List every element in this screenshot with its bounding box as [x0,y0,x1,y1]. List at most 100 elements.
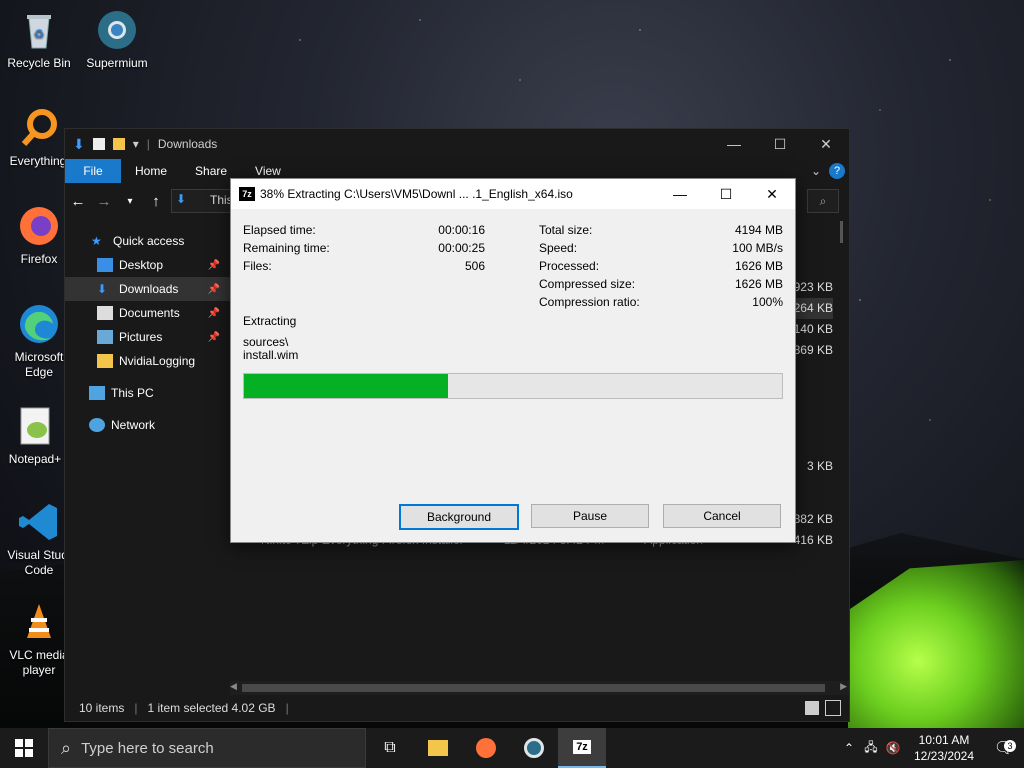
recent-chevron-icon[interactable]: ▾ [117,196,143,207]
address-box[interactable]: This ⬇ [171,189,233,213]
cancel-button[interactable]: Cancel [663,504,781,528]
extraction-progress-bar [243,373,783,399]
pin-icon: 📌 [207,331,220,343]
start-button[interactable] [0,728,48,768]
nav-documents[interactable]: Documents 📌 [65,301,230,325]
nav-label: Quick access [113,234,185,248]
background-button[interactable]: Background [399,504,519,530]
current-path: sources\ [243,335,289,349]
system-tray: ⌃ 🖧 🔇 10:01 AM 12/23/2024 🗨 3 [838,728,1024,768]
explorer-titlebar: ⬇ ▾ | Downloads — ☐ ✕ [65,129,849,159]
nav-desktop[interactable]: Desktop 📌 [65,253,230,277]
help-icon[interactable]: ? [829,163,845,179]
nav-label: This PC [111,386,154,400]
tab-view[interactable]: View [241,164,295,178]
volume-muted-icon[interactable]: 🔇 [882,741,904,755]
nav-pictures[interactable]: Pictures 📌 [65,325,230,349]
processed-label: Processed: [539,259,600,273]
nav-nvidialogging[interactable]: NvidiaLogging [65,349,230,373]
minimize-button[interactable]: — [711,129,757,159]
nav-this-pc[interactable]: This PC [65,381,230,405]
horizontal-scrollbar[interactable]: ◀ ▶ [230,681,849,695]
processed-value: 1626 MB [734,259,783,273]
scroll-right-icon[interactable]: ▶ [840,681,847,692]
pin-icon: 📌 [207,259,220,271]
pictures-icon [97,330,113,344]
clock-date: 12/23/2024 [913,749,975,763]
desktop-icon-label: Notepad+ [8,452,62,466]
properties-icon[interactable] [92,138,105,150]
notifications-button[interactable]: 🗨 3 [984,738,1024,758]
taskbar-7zip[interactable]: 7z [558,728,606,768]
nav-label: Desktop [119,258,164,272]
maximize-button[interactable]: ☐ [757,129,803,159]
progress-fill [244,374,449,398]
minimize-button[interactable]: — [657,179,703,209]
explorer-title: Downloads [157,137,218,151]
maximize-button[interactable]: ☐ [703,179,749,209]
task-view-button[interactable]: ⧉ [366,728,414,768]
close-button[interactable]: ✕ [803,129,849,159]
navigation-pane: ★ Quick access Desktop 📌 ⬇ Downloads 📌 D… [65,229,230,437]
desktop-icon-recycle-bin[interactable]: ♻ Recycle Bin [1,8,77,71]
edge-icon [17,302,61,346]
remaining-time-value: 00:00:25 [438,241,485,255]
clock[interactable]: 10:01 AM 12/23/2024 [904,732,984,764]
pause-button[interactable]: Pause [531,504,649,528]
speed-label: Speed: [539,241,578,255]
computer-icon [89,386,105,400]
folder-icon [97,354,113,368]
current-file: install.wim [243,348,299,362]
star-icon: ★ [91,234,102,248]
forward-arrow-icon[interactable]: → [91,193,117,210]
compression-ratio-value: 100% [752,295,783,309]
nav-label: Documents [119,306,180,320]
nav-label: NvidiaLogging [119,354,196,368]
search-icon[interactable]: ⌕ [807,189,839,213]
taskbar-search-box[interactable]: ⌕ Type here to search [48,728,366,768]
elapsed-time-value: 00:00:16 [438,223,485,237]
folder-icon[interactable] [112,138,125,150]
ribbon-expand-icon[interactable]: ⌄ [811,164,821,178]
nav-label: Pictures [119,330,163,344]
selection-info: 1 item selected 4.02 GB [147,701,276,715]
document-icon [97,306,113,320]
search-placeholder: Type here to search [81,739,214,757]
tab-home[interactable]: Home [121,164,181,178]
nav-quick-access[interactable]: ★ Quick access [65,229,230,253]
details-view-icon[interactable] [805,701,819,715]
7zip-icon: 7z [239,187,255,201]
dialog-title: 38% Extracting C:\Users\VM5\Downl ... .1… [260,187,573,201]
tab-share[interactable]: Share [181,164,241,178]
svg-text:♻: ♻ [34,27,45,41]
customize-qa-icon[interactable]: ▾ [133,137,139,151]
scrollbar-thumb[interactable] [242,684,825,692]
vscode-icon [17,500,61,544]
network-icon[interactable]: 🖧 [860,738,882,759]
back-arrow-icon[interactable]: ← [65,193,91,210]
up-arrow-icon[interactable]: ↑ [143,193,169,210]
supermium-icon [95,8,139,52]
desktop-icon-notepadpp[interactable]: Notepad+ [0,404,73,467]
clock-time: 10:01 AM [918,733,970,747]
compression-ratio-label: Compression ratio: [539,295,640,309]
nav-network[interactable]: Network [65,413,230,437]
large-icons-view-icon[interactable] [825,700,841,716]
everything-icon [16,106,60,150]
extract-dialog: 7z 38% Extracting C:\Users\VM5\Downl ...… [230,178,796,543]
scroll-left-icon[interactable]: ◀ [230,681,237,692]
vlc-icon [17,600,61,644]
vertical-scrollbar[interactable] [840,221,843,243]
taskbar-firefox[interactable] [462,728,510,768]
supermium-icon [524,738,544,758]
nav-downloads[interactable]: ⬇ Downloads 📌 [65,277,230,301]
total-size-value: 4194 MB [734,223,783,237]
tab-file[interactable]: File [65,159,121,183]
chevron-up-icon[interactable]: ⌃ [838,741,860,755]
7zip-icon: 7z [573,740,591,754]
taskbar-explorer[interactable] [414,728,462,768]
close-button[interactable]: ✕ [749,179,795,209]
desktop-icon-supermium[interactable]: Supermium [79,8,155,71]
taskbar-supermium[interactable] [510,728,558,768]
nav-label: Network [111,418,156,432]
